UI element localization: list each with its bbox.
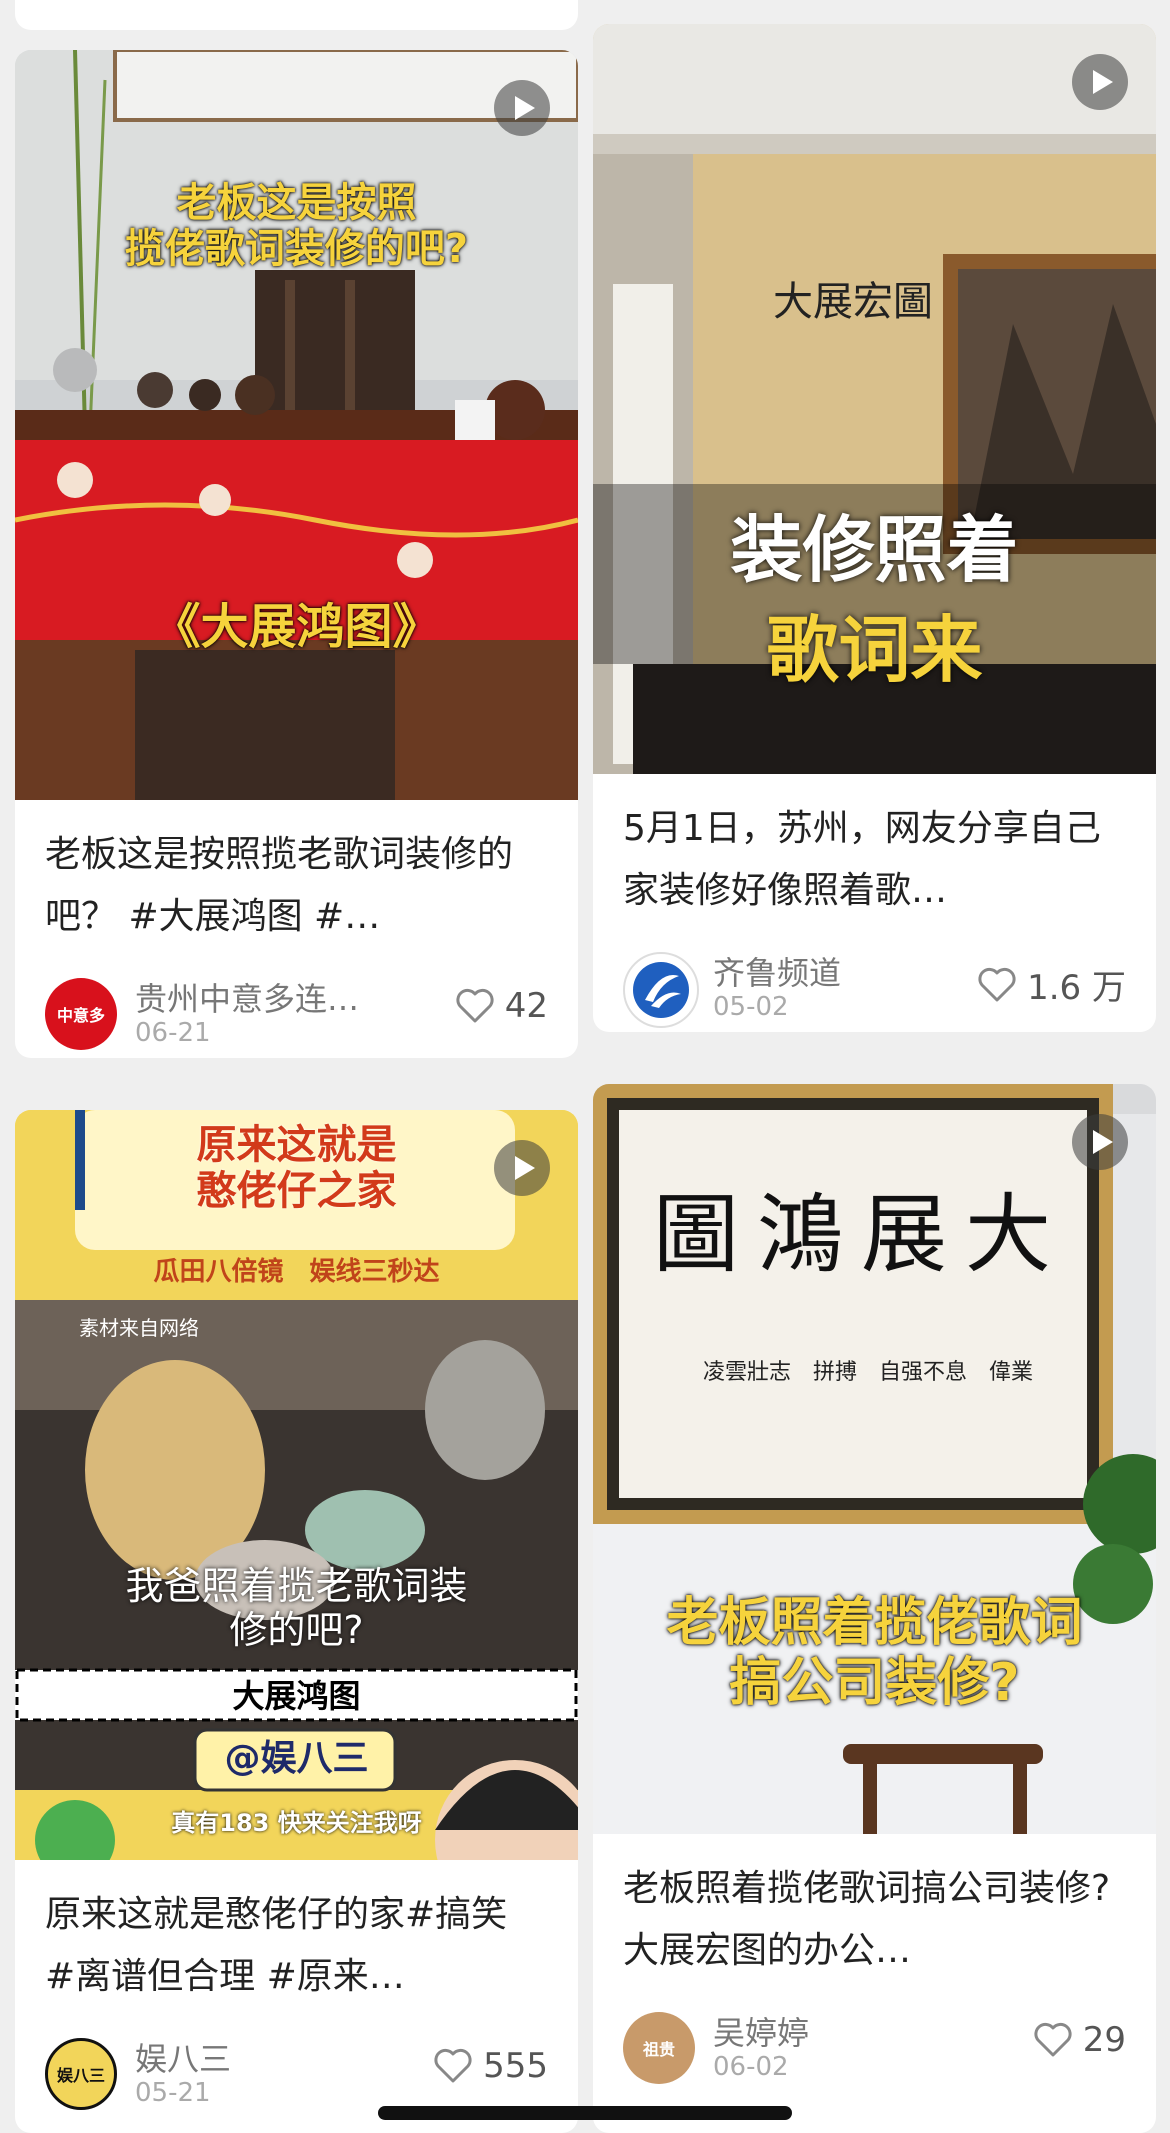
video-title[interactable]: 5月1日，苏州，网友分享自己家装修好像照着歌… [593,774,1156,922]
author-name[interactable]: 娱八三 [135,2034,231,2080]
play-icon[interactable] [494,80,550,136]
card-meta: 祖贵 吴婷婷 06-02 29 [593,1982,1156,2092]
play-icon[interactable] [1072,54,1128,110]
author-avatar[interactable] [623,952,699,1028]
video-title[interactable]: 老板这是按照揽老歌词装修的吧？ #大展鸿图 #… [15,800,578,948]
video-thumbnail[interactable]: 大展鴻圖 凌雲壯志 拼搏 自强不息 偉業 老板照着揽佬歌词 搞公司装修? [593,1084,1156,1834]
overlay-band: 大展鸿图 [232,1677,361,1715]
like-count: 555 [483,2046,548,2086]
calligraphy-small-text: 凌雲壯志 拼搏 自强不息 偉業 [703,1360,1034,1385]
video-thumbnail[interactable]: 原来这就是 憨佬仔之家 瓜田八倍镜 娱线三秒达 素材来自网络 我爸照着揽老歌词装… [15,1110,578,1860]
card-meta: 齐鲁频道 05-02 1.6 万 [593,922,1156,1032]
heart-icon [434,2048,472,2083]
author-name[interactable]: 吴婷婷 [713,2008,809,2054]
author-name[interactable]: 贵州中意多连… [135,974,359,1020]
post-date: 05-02 [713,992,789,1022]
overlay-top-line2: 憨佬仔之家 [196,1168,397,1214]
video-card[interactable]: 大展宏圖 装修照着 歌词来 5月1日，苏州，网友分享自己家装修好像照着歌… 齐鲁… [593,24,1156,1032]
overlay-subtitle: 瓜田八倍镜 娱线三秒达 [153,1257,440,1287]
overlay-caption-line1: 老板照着揽佬歌词 [666,1593,1083,1653]
avatar-label: 祖贵 [642,2040,675,2059]
channel-logo-icon [633,962,689,1018]
like-button[interactable]: 555 [433,2046,548,2086]
video-card[interactable]: 大展鴻圖 凌雲壯志 拼搏 自强不息 偉業 老板照着揽佬歌词 搞公司装修? 老板照… [593,1084,1156,2133]
post-date: 06-02 [713,2052,789,2082]
like-button[interactable]: 42 [455,986,548,1026]
overlay-caption-line1: 老板这是按照 [176,180,417,226]
like-button[interactable]: 1.6 万 [977,960,1126,1009]
author-avatar[interactable]: 中意多 [45,978,117,1050]
like-button[interactable]: 29 [1033,2020,1126,2060]
card-meta: 中意多 贵州中意多连… 06-21 42 [15,948,578,1058]
previous-card-stub [15,0,578,30]
author-name[interactable]: 齐鲁频道 [713,948,841,994]
author-avatar[interactable]: 祖贵 [623,2012,695,2084]
watermark-text: 素材来自网络 [79,1316,199,1340]
heart-icon [1034,2022,1072,2057]
avatar-label: 娱八三 [56,2066,105,2085]
avatar-label: 中意多 [56,1006,105,1025]
post-date: 05-21 [135,2078,211,2108]
overlay-caption-line1: 装修照着 [730,508,1019,592]
video-title[interactable]: 老板照着揽佬歌词搞公司装修? 大展宏图的办公… [593,1834,1156,1982]
like-count: 1.6 万 [1027,968,1126,1008]
like-count: 29 [1082,2020,1126,2060]
overlay-top-line1: 原来这就是 [196,1122,397,1168]
overlay-footer: 真有183 快来关注我呀 [171,1809,422,1837]
post-date: 06-21 [135,1018,211,1048]
heart-icon [456,988,494,1023]
overlay-caption-line2: 揽佬歌词装修的吧? [124,226,469,272]
video-title[interactable]: 原来这就是憨佬仔的家#搞笑 #离谱但合理 #原来… [15,1860,578,2008]
author-avatar[interactable]: 娱八三 [45,2038,117,2110]
card-meta: 娱八三 娱八三 05-21 555 [15,2008,578,2118]
overlay-caption-bottom: 《大展鸿图》 [152,599,441,655]
play-icon[interactable] [1072,1114,1128,1170]
like-count: 42 [504,986,548,1026]
video-card[interactable]: 原来这就是 憨佬仔之家 瓜田八倍镜 娱线三秒达 素材来自网络 我爸照着揽老歌词装… [15,1110,578,2133]
heart-icon [978,967,1016,1001]
overlay-mid-line1: 我爸照着揽老歌词装 [125,1564,468,1608]
overlay-mid-line2: 修的吧? [229,1607,364,1652]
video-card[interactable]: 老板这是按照 揽佬歌词装修的吧? 《大展鸿图》 老板这是按照揽老歌词装修的吧？ … [15,50,578,1058]
overlay-handle: @娱八三 [224,1738,369,1779]
video-thumbnail[interactable]: 老板这是按照 揽佬歌词装修的吧? 《大展鸿图》 [15,50,578,800]
wall-calligraphy: 大展宏圖 [773,279,933,325]
home-indicator[interactable] [378,2106,792,2120]
overlay-caption-line2: 歌词来 [766,608,983,692]
video-thumbnail[interactable]: 大展宏圖 装修照着 歌词来 [593,24,1156,774]
overlay-caption-line2: 搞公司装修? [729,1652,1020,1713]
calligraphy-scroll: 大展鴻圖 [653,1185,1069,1285]
